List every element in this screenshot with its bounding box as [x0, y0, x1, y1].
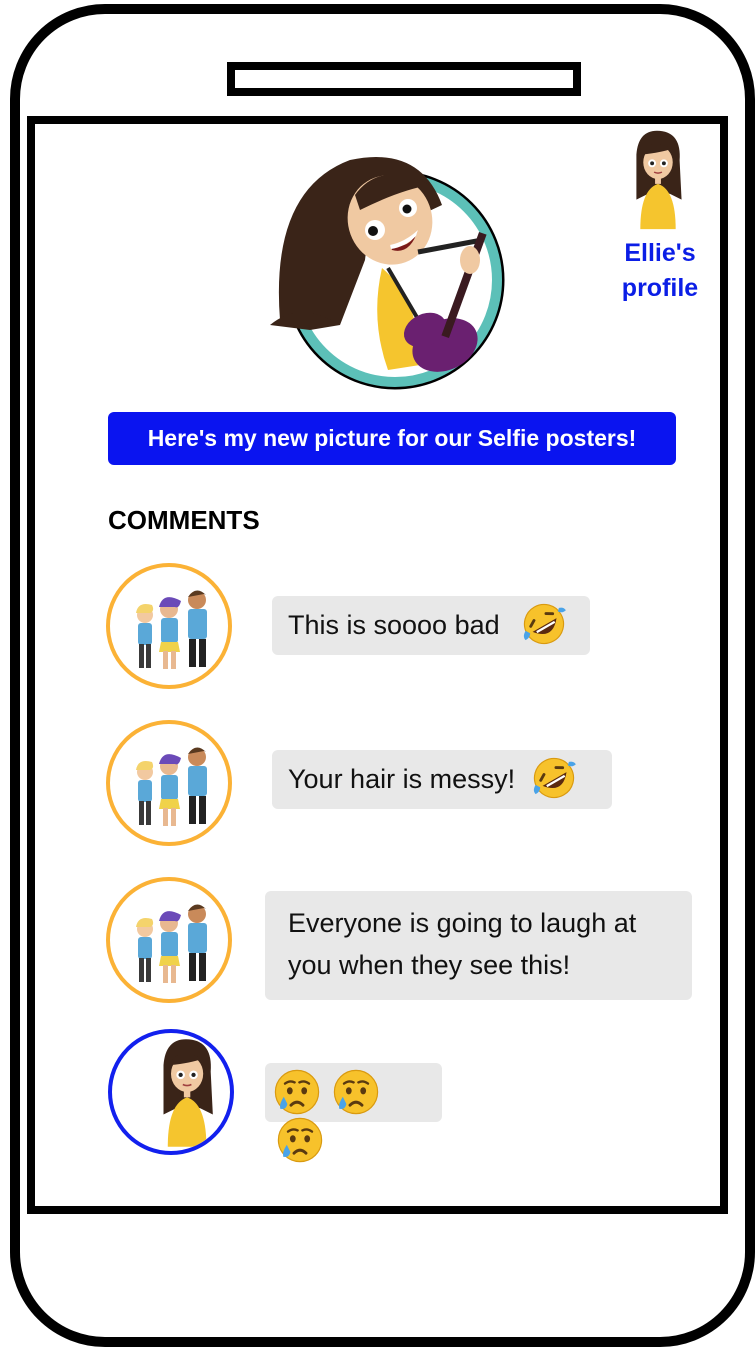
comment-text: Your hair is messy!: [288, 764, 516, 794]
friends-group-avatar[interactable]: [106, 720, 232, 846]
comment-bubble: Your hair is messy!: [272, 750, 612, 809]
rolling-on-floor-laughing-icon: [531, 755, 577, 801]
comment-text-line2: you when they see this!: [288, 950, 571, 980]
post-caption: Here's my new picture for our Selfie pos…: [108, 412, 676, 465]
rolling-on-floor-laughing-icon: [521, 601, 567, 647]
comments-heading: COMMENTS: [108, 505, 260, 535]
friends-group-avatar[interactable]: [106, 563, 232, 689]
ellie-profile-link[interactable]: Ellie's profile: [600, 236, 720, 306]
comment-bubble: This is soooo bad: [272, 596, 590, 655]
comment-bubble: Everyone is going to laugh at you when t…: [265, 891, 692, 1000]
crying-face-icon: [276, 1116, 324, 1164]
crying-face-icon: [273, 1068, 321, 1116]
comment-text: This is soooo bad: [288, 610, 500, 640]
post-image[interactable]: [270, 150, 510, 395]
ellie-profile-avatar[interactable]: [618, 125, 698, 233]
friends-group-avatar[interactable]: [106, 877, 232, 1003]
comment-bubble: [265, 1063, 442, 1122]
phone-speaker: [227, 62, 581, 96]
profile-label-line1: Ellie's: [624, 239, 696, 267]
comment-text-line1: Everyone is going to laugh at: [288, 908, 637, 938]
crying-face-icon: [332, 1068, 380, 1116]
ellie-avatar[interactable]: [108, 1029, 234, 1155]
profile-label-line2: profile: [621, 274, 699, 302]
